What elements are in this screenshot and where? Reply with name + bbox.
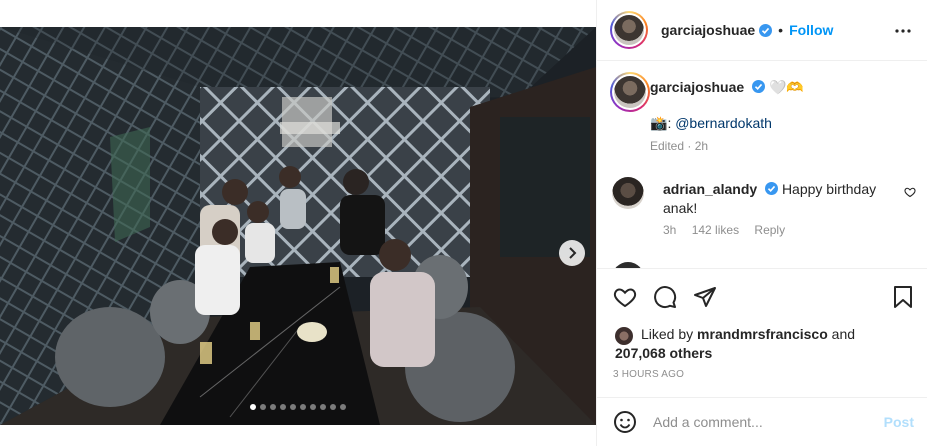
comment-time: 3h [663, 223, 677, 237]
post-comment-button[interactable]: Post [884, 414, 914, 430]
caption-avatar[interactable] [610, 72, 650, 112]
comment-meta: 3h 142 likes Reply [663, 223, 797, 237]
post-time-ago[interactable]: 3 HOURS AGO [613, 369, 684, 380]
commenter-username[interactable]: adrian_alandy [663, 181, 757, 197]
camera-emoji: 📸 [650, 115, 668, 131]
post-side-panel: garciajoshuae • Follow garciajoshuae 🤍🫶 … [596, 0, 927, 446]
likes-count[interactable]: 207,068 others [615, 345, 712, 361]
commenter-avatar[interactable] [612, 177, 644, 209]
carousel-dot [290, 404, 296, 410]
share-icon[interactable] [693, 285, 717, 309]
reply-button[interactable]: Reply [754, 223, 785, 237]
more-icon[interactable] [894, 22, 912, 40]
heart-icon[interactable] [904, 186, 916, 198]
caption-mention[interactable]: @bernardokath [675, 115, 772, 131]
verified-icon [759, 23, 773, 37]
likes-and: and [831, 326, 856, 342]
caption-credit: 📸: @bernardokath [650, 115, 772, 131]
carousel-dot [270, 404, 276, 410]
comment-input[interactable]: Add a comment... [653, 414, 884, 430]
carousel-dot [310, 404, 316, 410]
post-media-area [0, 0, 596, 446]
comment-likes[interactable]: 142 likes [692, 223, 739, 237]
verified-icon [752, 80, 766, 93]
caption-header: garciajoshuae 🤍🫶 [650, 79, 804, 96]
carousel-dot [330, 404, 336, 410]
add-comment-bar: Add a comment... Post [597, 397, 927, 446]
likes-prefix: Liked by [641, 326, 694, 342]
likes-summary: Liked by mrandmrsfrancisco and 207,068 o… [615, 325, 855, 363]
save-button[interactable] [892, 285, 914, 309]
save-icon [894, 286, 912, 308]
carousel-dot [280, 404, 286, 410]
carousel-dot [340, 404, 346, 410]
carousel-dot [300, 404, 306, 410]
heart-icon[interactable] [613, 285, 637, 309]
liker-username[interactable]: mrandmrsfrancisco [697, 326, 828, 342]
next-slide-button[interactable] [559, 240, 585, 266]
header-separator: • [778, 22, 784, 38]
photo-illustration [0, 27, 596, 425]
carousel-dot [320, 404, 326, 410]
verified-icon [765, 182, 779, 195]
author-avatar[interactable] [610, 11, 648, 49]
author-username[interactable]: garciajoshuae [661, 22, 755, 38]
liker-avatar[interactable] [615, 327, 633, 345]
carousel-indicator [0, 404, 596, 410]
caption-avatar-wrap [610, 72, 650, 112]
follow-button[interactable]: Follow [789, 22, 833, 38]
comments-section: garciajoshuae 🤍🫶 📸: @bernardokath Edited… [597, 62, 927, 268]
post-header: garciajoshuae • Follow [597, 0, 927, 61]
caption-username[interactable]: garciajoshuae [650, 79, 744, 95]
action-icons [613, 285, 717, 309]
comment-body: adrian_alandy Happy birthday anak! [663, 180, 888, 218]
carousel-dot [250, 404, 256, 410]
carousel-dot [260, 404, 266, 410]
chevron-right-icon [569, 247, 577, 259]
caption-meta: Edited · 2h [650, 139, 709, 153]
emoji-icon[interactable] [613, 410, 637, 434]
post-photo[interactable] [0, 27, 596, 425]
comment-icon[interactable] [653, 285, 677, 309]
post-actions: Liked by mrandmrsfrancisco and 207,068 o… [597, 268, 927, 396]
caption-emoji: 🤍🫶 [768, 79, 804, 95]
